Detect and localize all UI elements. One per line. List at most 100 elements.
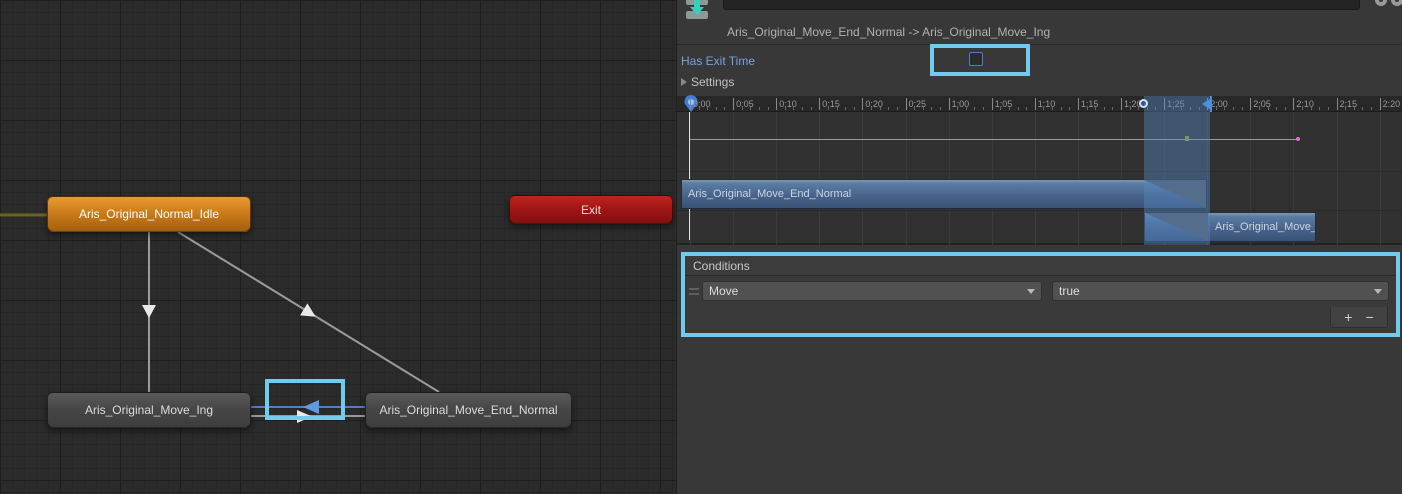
ruler-minor-tick: [1061, 107, 1062, 110]
transition-icon: [685, 0, 709, 20]
checkbox-highlight-box: [930, 44, 1030, 76]
ruler-minor-tick: [759, 107, 760, 110]
ruler-minor-tick: [785, 107, 786, 110]
ruler-tick: [733, 98, 734, 110]
ruler-minor-tick: [1087, 107, 1088, 110]
chevron-down-icon: [1027, 289, 1035, 294]
ruler-minor-tick: [1130, 107, 1131, 110]
transition-highlight-box: [265, 379, 345, 420]
settings-label: Settings: [691, 75, 734, 89]
ruler-minor-tick: [1026, 107, 1027, 110]
ruler-minor-tick: [940, 107, 941, 110]
unity-animator-window: Aris_Original_Normal_Idle Exit Aris_Orig…: [0, 0, 1402, 494]
remove-condition-button[interactable]: −: [1366, 308, 1374, 326]
timeline-gridline: [1380, 112, 1381, 245]
ruler-tick: [1250, 98, 1251, 110]
ruler-minor-tick: [1224, 107, 1225, 110]
ruler-minor-tick: [1018, 107, 1019, 110]
ruler-minor-tick: [793, 107, 794, 110]
state-node-exit[interactable]: Exit: [509, 195, 673, 224]
ruler-minor-tick: [957, 107, 958, 110]
ruler-minor-tick: [1259, 107, 1260, 110]
drag-handle-icon[interactable]: [689, 288, 699, 295]
ruler-minor-tick: [837, 107, 838, 110]
ruler-minor-tick: [1069, 107, 1070, 110]
ruler-tick: [1078, 98, 1079, 110]
ruler-minor-tick: [811, 107, 812, 110]
ruler-minor-tick: [828, 107, 829, 110]
ruler-minor-tick: [1009, 107, 1010, 110]
separator: [677, 44, 1402, 45]
ruler-minor-tick: [802, 107, 803, 110]
ruler-tick: [906, 98, 907, 110]
timeline-body[interactable]: Aris_Original_Move_End_Normal Aris_Origi…: [677, 112, 1402, 245]
inspector-panel: Aris_Original_Move_End_Normal -> Aris_Or…: [677, 0, 1402, 494]
transition-end-marker[interactable]: [1296, 137, 1300, 141]
foldout-triangle-icon: [681, 78, 687, 86]
state-label: Aris_Original_Move_Ing: [85, 403, 213, 417]
chevron-down-icon: [1374, 289, 1382, 294]
ruler-minor-tick: [1285, 107, 1286, 110]
ruler-tick: [862, 98, 863, 110]
ruler-minor-tick: [1000, 107, 1001, 110]
ruler-minor-tick: [923, 107, 924, 110]
ruler-minor-tick: [724, 107, 725, 110]
row-separator: [677, 171, 1402, 172]
bar-label: Aris_Original_Move_Ing: [1215, 221, 1316, 233]
ruler-tick: [992, 98, 993, 110]
ruler-minor-tick: [897, 107, 898, 110]
ruler-minor-tick: [888, 107, 889, 110]
ruler-minor-tick: [1095, 107, 1096, 110]
animator-graph-canvas[interactable]: Aris_Original_Normal_Idle Exit Aris_Orig…: [0, 0, 677, 494]
ruler-minor-tick: [914, 107, 915, 110]
gear-icon[interactable]: [1375, 0, 1387, 6]
ruler-tick: [949, 98, 950, 110]
timeline-ruler[interactable]: 0:000:050:100:150:200:251:001:051:101:15…: [677, 96, 1402, 112]
condition-parameter-value: Move: [709, 284, 738, 298]
ruler-minor-tick: [1311, 107, 1312, 110]
exit-time-marker-bar[interactable]: [1210, 96, 1212, 112]
help-icon[interactable]: [1391, 0, 1402, 6]
ruler-minor-tick: [880, 107, 881, 110]
state-node-normal-idle[interactable]: Aris_Original_Normal_Idle: [47, 196, 251, 232]
settings-foldout[interactable]: Settings: [681, 75, 734, 89]
bar-label: Aris_Original_Move_End_Normal: [688, 188, 851, 200]
condition-row[interactable]: Move true: [685, 277, 1396, 307]
row-separator: [677, 210, 1402, 211]
ruler-tick: [1337, 98, 1338, 110]
ruler-tick: [1035, 98, 1036, 110]
ruler-minor-tick: [1302, 107, 1303, 110]
ruler-tick: [690, 98, 691, 110]
playhead-line[interactable]: [689, 112, 690, 240]
timeline-gridline: [1337, 112, 1338, 245]
conditions-header: Conditions: [685, 256, 1396, 276]
ruler-minor-tick: [845, 107, 846, 110]
ruler-minor-tick: [1104, 107, 1105, 110]
ruler-minor-tick: [974, 107, 975, 110]
condition-value: true: [1059, 284, 1080, 298]
ruler-minor-tick: [931, 107, 932, 110]
transition-start-handle[interactable]: [1139, 99, 1148, 108]
add-condition-button[interactable]: +: [1344, 308, 1352, 326]
ruler-minor-tick: [707, 107, 708, 110]
transition-range-selection[interactable]: [1144, 96, 1210, 245]
ruler-minor-tick: [1354, 107, 1355, 110]
state-node-move-end-normal[interactable]: Aris_Original_Move_End_Normal: [365, 392, 572, 428]
ruler-minor-tick: [699, 107, 700, 110]
state-label: Aris_Original_Move_End_Normal: [379, 403, 557, 417]
ruler-minor-tick: [1276, 107, 1277, 110]
ruler-tick-label: 2:20: [1383, 99, 1401, 109]
ruler-minor-tick: [1043, 107, 1044, 110]
ruler-minor-tick: [854, 107, 855, 110]
condition-value-dropdown[interactable]: true: [1052, 281, 1389, 301]
condition-parameter-dropdown[interactable]: Move: [702, 281, 1042, 301]
arrow-diagonal-icon: [300, 303, 319, 322]
ruler-tick: [819, 98, 820, 110]
ruler-minor-tick: [1328, 107, 1329, 110]
arrow-down-icon: [142, 305, 156, 318]
ruler-minor-tick: [1319, 107, 1320, 110]
timeline-bar-source[interactable]: Aris_Original_Move_End_Normal: [681, 179, 1207, 209]
ruler-minor-tick: [871, 107, 872, 110]
transition-name-field[interactable]: [723, 0, 1360, 10]
state-node-move-ing[interactable]: Aris_Original_Move_Ing: [47, 392, 251, 428]
